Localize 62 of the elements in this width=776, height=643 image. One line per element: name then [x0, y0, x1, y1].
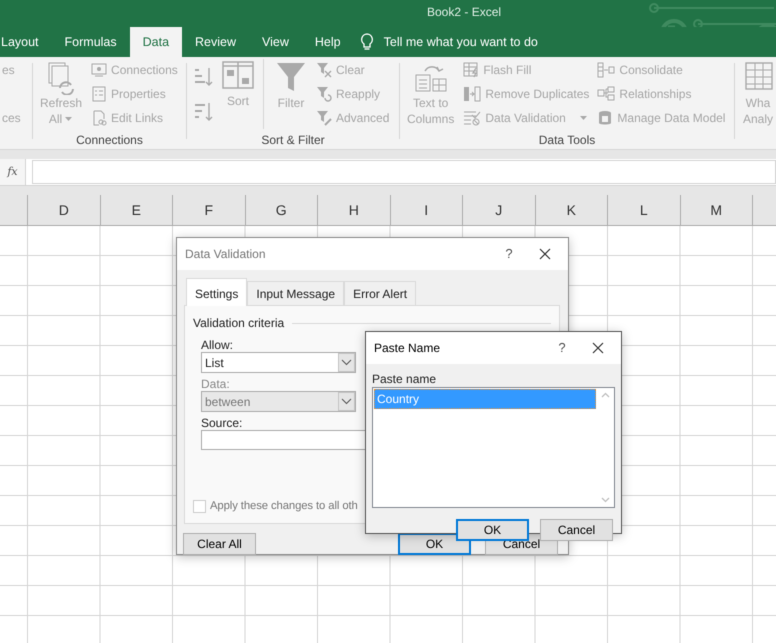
- group-label: Connections: [75, 133, 144, 147]
- dialog-tab[interactable]: Error Alert: [344, 281, 416, 305]
- column-header[interactable]: G: [246, 195, 318, 225]
- ribbon-tab[interactable]: Help: [302, 27, 354, 57]
- column-header[interactable]: J: [463, 195, 536, 225]
- column-header[interactable]: F: [173, 195, 246, 225]
- ribbon-tab[interactable]: View: [249, 27, 302, 57]
- edit-links-icon: [91, 110, 108, 126]
- column-header[interactable]: D: [28, 195, 100, 225]
- scroll-down-icon[interactable]: [601, 497, 610, 503]
- field-label: Allow:: [201, 338, 234, 352]
- insert-function-button[interactable]: fx: [0, 159, 26, 185]
- column-header[interactable]: K: [536, 195, 608, 225]
- relationships-icon: [597, 86, 616, 102]
- dropdown-field[interactable]: List: [201, 352, 356, 373]
- scroll-up-icon[interactable]: [601, 392, 610, 398]
- flash-fill-icon: [463, 62, 480, 78]
- section-heading: Validation criteria: [193, 315, 284, 332]
- properties-icon: [91, 86, 108, 102]
- checkbox[interactable]: [193, 500, 206, 513]
- help-button[interactable]: ?: [547, 338, 577, 358]
- data-model-icon: [597, 110, 614, 126]
- dialog-button[interactable]: Clear All: [183, 533, 256, 555]
- advanced-filter-icon: [316, 110, 332, 126]
- dialog-tab[interactable]: Settings: [186, 278, 248, 306]
- help-button[interactable]: ?: [494, 244, 524, 264]
- field-label: Source:: [201, 416, 242, 430]
- close-icon[interactable]: [539, 248, 551, 260]
- consolidate-icon: [597, 62, 616, 78]
- close-icon[interactable]: [592, 342, 604, 354]
- sort-ascending-icon: [193, 66, 213, 88]
- window-title: Book2 - Excel: [427, 4, 502, 21]
- field-label: Paste name: [372, 372, 436, 386]
- list-item[interactable]: Country: [374, 389, 596, 409]
- dialog-title: Data Validation: [185, 246, 266, 263]
- data-validation-icon: [463, 110, 482, 126]
- tell-me-search[interactable]: Tell me what you want to do: [384, 32, 538, 52]
- group-label: Data Tools: [538, 133, 596, 147]
- checkbox-label: Apply these changes to all oth: [210, 499, 358, 514]
- column-header[interactable]: H: [318, 195, 390, 225]
- name-list[interactable]: Country: [372, 387, 615, 508]
- ribbon-tab[interactable]: Review: [182, 27, 250, 57]
- column-header[interactable]: I: [390, 195, 463, 225]
- ribbon-tab[interactable]: Layout: [0, 27, 52, 57]
- group-label: Sort & Filter: [260, 133, 326, 147]
- column-header[interactable]: M: [680, 195, 753, 225]
- column-header[interactable]: L: [608, 195, 680, 225]
- dialog-title: Paste Name: [374, 340, 442, 357]
- reapply-filter-icon: [316, 86, 332, 102]
- lightbulb-icon[interactable]: [360, 33, 374, 51]
- ribbon-tab[interactable]: Data: [130, 27, 182, 57]
- connections-icon: [91, 62, 108, 78]
- ribbon-tab[interactable]: Formulas: [52, 27, 130, 57]
- dialog-button[interactable]: OK: [456, 519, 529, 541]
- column-header[interactable]: E: [100, 195, 173, 225]
- formula-bar-field[interactable]: [32, 160, 776, 184]
- dialog-tab[interactable]: Input Message: [247, 281, 344, 305]
- dialog-button[interactable]: Cancel: [540, 519, 613, 541]
- clear-filter-icon: [316, 62, 332, 78]
- field-label: Data:: [201, 377, 230, 391]
- sort-descending-icon: [193, 100, 213, 122]
- remove-duplicates-icon: [463, 86, 482, 102]
